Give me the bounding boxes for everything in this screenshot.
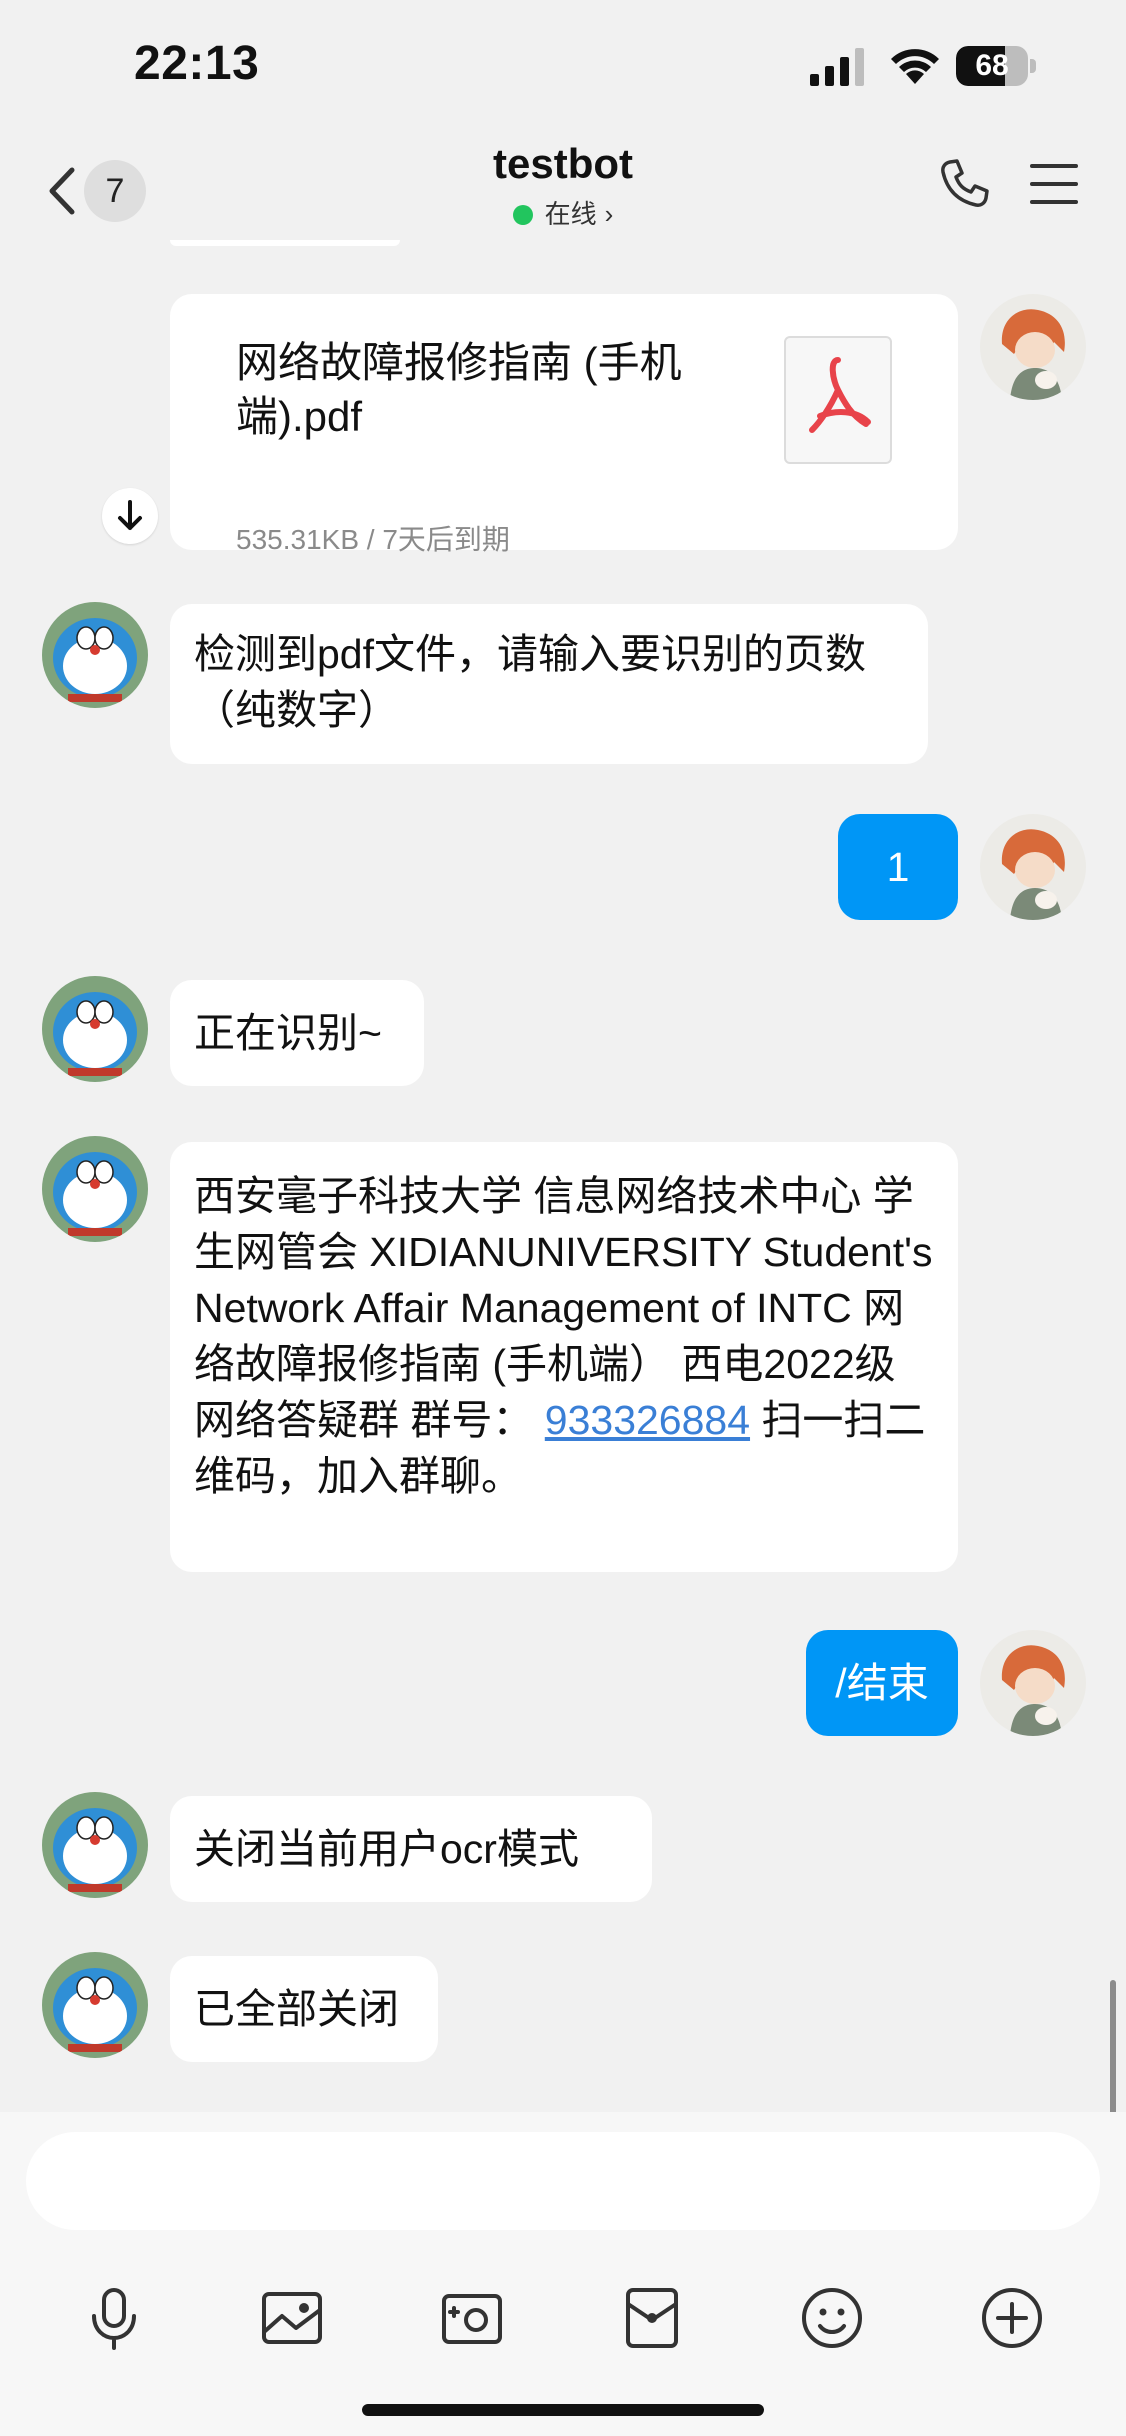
battery-percent: 68 [975, 49, 1009, 82]
message-bubble-me[interactable]: 1 [838, 814, 958, 920]
chevron-right-icon: › [604, 199, 614, 229]
menu-icon[interactable] [1026, 156, 1082, 212]
download-button[interactable] [102, 488, 158, 544]
image-icon[interactable] [256, 2282, 328, 2354]
home-indicator[interactable] [362, 2404, 764, 2416]
my-avatar[interactable] [980, 1630, 1086, 1736]
message-bubble-bot[interactable]: 正在识别~ [170, 980, 424, 1086]
message-text: 检测到pdf文件，请输入要识别的页数（纯数字） [194, 631, 866, 733]
bot-avatar[interactable] [42, 1952, 148, 2058]
online-dot-icon [512, 205, 533, 225]
phone-call-icon[interactable] [936, 156, 992, 212]
red-packet-icon[interactable] [616, 2282, 688, 2354]
message-bubble-bot[interactable]: 关闭当前用户ocr模式 [170, 1796, 652, 1902]
wifi-icon [891, 49, 939, 84]
group-number-link[interactable]: 933326884 [545, 1397, 750, 1443]
composer [0, 2112, 1126, 2436]
bot-avatar[interactable] [42, 976, 148, 1082]
message-text: 关闭当前用户ocr模式 [194, 1826, 579, 1872]
plus-icon[interactable] [976, 2282, 1048, 2354]
pdf-file-icon [784, 336, 892, 464]
file-message-card[interactable]: 网络故障报修指南 (手机端).pdf 535.31KB / 7天后到期 [170, 294, 958, 555]
battery-indicator: 68 [956, 46, 1036, 86]
bot-avatar[interactable] [42, 602, 148, 708]
message-bubble-bot[interactable]: 检测到pdf文件，请输入要识别的页数（纯数字） [170, 604, 928, 764]
my-avatar[interactable] [980, 294, 1086, 400]
message-text: /结束 [835, 1660, 929, 1706]
bot-avatar[interactable] [42, 1136, 148, 1242]
my-avatar[interactable] [980, 814, 1086, 920]
previous-message-edge [170, 240, 400, 246]
emoji-icon[interactable] [796, 2282, 868, 2354]
message-input[interactable] [26, 2132, 1100, 2230]
message-list[interactable]: 网络故障报修指南 (手机端).pdf 535.31KB / 7天后到期 检测到p… [0, 240, 1126, 2112]
bot-avatar[interactable] [42, 1792, 148, 1898]
microphone-icon[interactable] [78, 2282, 150, 2354]
file-meta: 535.31KB / 7天后到期 [236, 524, 510, 555]
message-text: 已全部关闭 [194, 1986, 399, 2032]
online-status-label: 在线 [544, 199, 597, 229]
scrollbar[interactable] [1110, 1980, 1116, 2112]
ocr-result-bubble[interactable]: 西安毫子科技大学 信息网络技术中心 学生网管会 XIDIANUNIVERSITY… [170, 1142, 958, 1572]
chat-header: 7 testbot 在线 › [0, 140, 1126, 240]
file-name: 网络故障报修指南 (手机端).pdf [236, 339, 682, 440]
status-bar: 22:13 68 [0, 0, 1126, 140]
camera-icon[interactable] [436, 2282, 508, 2354]
cellular-signal-icon [810, 48, 864, 86]
message-bubble-bot[interactable]: 已全部关闭 [170, 1956, 438, 2062]
message-text: 1 [886, 844, 910, 890]
download-arrow-icon [118, 500, 142, 530]
status-time: 22:13 [134, 37, 260, 90]
message-text: 正在识别~ [194, 1010, 382, 1056]
message-bubble-me[interactable]: /结束 [806, 1630, 958, 1736]
